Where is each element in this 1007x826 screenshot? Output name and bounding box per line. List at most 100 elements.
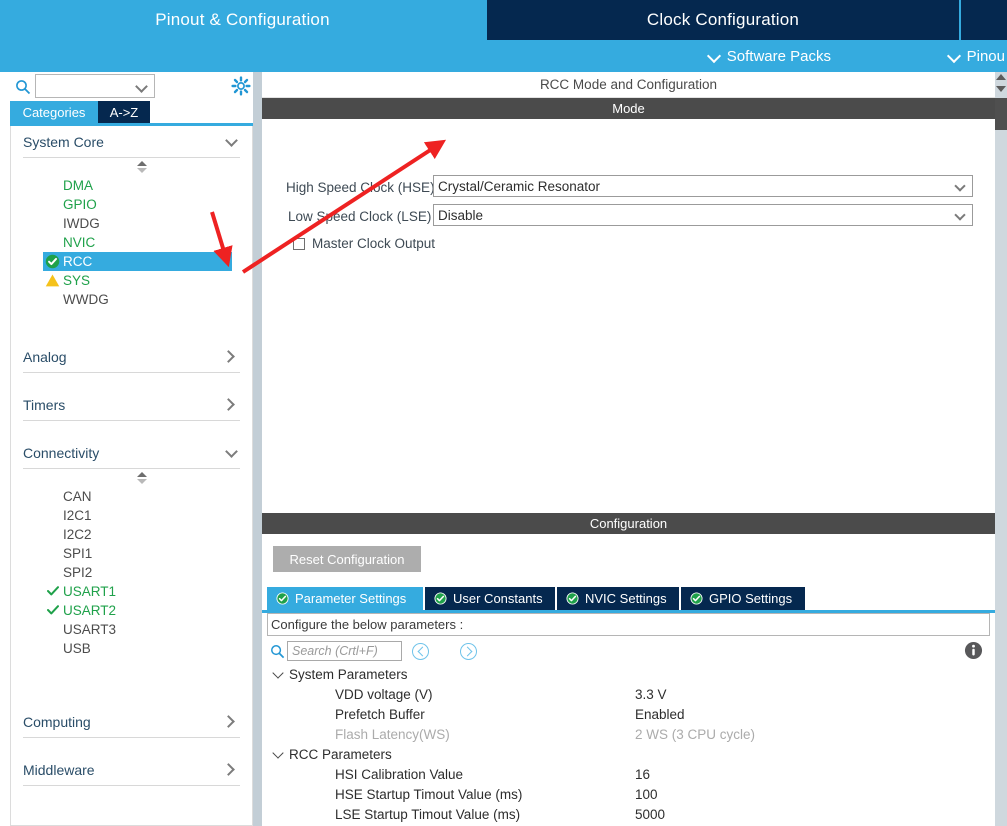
configuration-body: Reset Configuration Parameter Settings U… [262, 534, 995, 826]
chevron-down-icon [954, 209, 966, 221]
sidebar-group-timers[interactable]: Timers [23, 389, 240, 421]
sidebar-item-can[interactable]: CAN [11, 487, 252, 506]
param-row-prefetch-buffer-value: Enabled [635, 707, 685, 722]
circle-left-arrow-icon[interactable] [412, 643, 429, 660]
checkbox-master-clock-output-label: Master Clock Output [312, 236, 436, 251]
sidebar-item-usart1-label: USART1 [63, 584, 117, 599]
scroll-down-arrow-icon[interactable] [996, 86, 1006, 92]
check-circle-icon [434, 592, 447, 605]
reset-configuration-button[interactable]: Reset Configuration [273, 546, 421, 572]
sidebar-search-row [0, 72, 253, 102]
sidebar-group-connectivity[interactable]: Connectivity [23, 437, 240, 469]
param-row-lse-startup-timeout[interactable]: LSE Startup Timout Value (ms) 5000 [267, 807, 990, 826]
gear-icon[interactable] [231, 76, 251, 96]
check-icon [47, 586, 59, 596]
param-row-vdd-voltage-name: VDD voltage (V) [335, 687, 433, 702]
select-low-speed-clock-value: Disable [438, 207, 484, 223]
menu-pinout[interactable]: Pinou [948, 40, 1005, 72]
sidebar-search-input[interactable] [35, 74, 155, 98]
menu-software-packs[interactable]: Software Packs [708, 40, 831, 72]
param-group-system-parameters[interactable]: System Parameters [267, 666, 990, 687]
sidebar-group-analog[interactable]: Analog [23, 341, 240, 373]
param-row-hse-startup-timeout-value: 100 [635, 787, 658, 802]
sidebar-category-list: System Core DMA GPIO IWDG NVIC RCC SYS W… [10, 126, 253, 826]
chevron-down-icon [954, 180, 966, 192]
param-row-hsi-calibration-value[interactable]: HSI Calibration Value 16 [267, 767, 990, 787]
scroll-spinner[interactable] [11, 158, 252, 176]
sidebar-splitter[interactable] [253, 72, 262, 826]
sidebar-item-spi2-label: SPI2 [63, 565, 93, 580]
sidebar-item-gpio-label: GPIO [63, 197, 97, 212]
sidebar-item-spi1[interactable]: SPI1 [11, 544, 252, 563]
categories-sidebar: Categories A->Z System Core DMA GPIO IWD… [0, 72, 253, 826]
main-vertical-scrollbar[interactable] [995, 72, 1007, 826]
sidebar-item-rcc-label: RCC [63, 254, 93, 269]
tab-gpio-settings[interactable]: GPIO Settings [681, 587, 805, 610]
param-row-hse-startup-timeout[interactable]: HSE Startup Timout Value (ms) 100 [267, 787, 990, 807]
select-low-speed-clock[interactable]: Disable [433, 204, 973, 226]
param-row-vdd-voltage[interactable]: VDD voltage (V) 3.3 V [267, 687, 990, 707]
sidebar-item-usb-label: USB [63, 641, 91, 656]
param-row-flash-latency-name: Flash Latency(WS) [335, 727, 450, 742]
label-high-speed-clock: High Speed Clock (HSE) [286, 177, 435, 199]
warning-triangle-icon [45, 274, 60, 287]
sidebar-tab-categories[interactable]: Categories [10, 101, 98, 123]
chevron-down-icon [225, 445, 238, 458]
sidebar-item-rcc[interactable]: RCC [43, 252, 232, 271]
tab-user-constants[interactable]: User Constants [425, 587, 555, 610]
sidebar-item-wwdg[interactable]: WWDG [11, 290, 252, 309]
label-high-speed-clock-text: High Speed Clock (HSE) [286, 180, 435, 195]
select-high-speed-clock-value: Crystal/Ceramic Resonator [438, 178, 601, 194]
sidebar-item-i2c1-label: I2C1 [63, 508, 92, 523]
tab-parameter-settings[interactable]: Parameter Settings [267, 587, 423, 610]
param-group-rcc-parameters[interactable]: RCC Parameters [267, 746, 990, 767]
sidebar-group-middleware[interactable]: Middleware [23, 754, 240, 786]
sidebar-group-system-core[interactable]: System Core [23, 126, 240, 158]
param-row-prefetch-buffer[interactable]: Prefetch Buffer Enabled [267, 707, 990, 727]
check-circle-icon [690, 592, 703, 605]
sidebar-tab-a-to-z[interactable]: A->Z [98, 101, 150, 123]
sidebar-group-computing[interactable]: Computing [23, 706, 240, 738]
select-high-speed-clock[interactable]: Crystal/Ceramic Resonator [433, 175, 973, 197]
sidebar-item-wwdg-label: WWDG [63, 292, 109, 307]
label-low-speed-clock-text: Low Speed Clock (LSE) [288, 209, 432, 224]
main-tab-bar: Pinout & Configuration Clock Configurati… [0, 0, 1007, 40]
param-row-prefetch-buffer-name: Prefetch Buffer [335, 707, 425, 722]
menu-software-packs-label: Software Packs [726, 47, 831, 65]
tab-gpio-settings-label: GPIO Settings [709, 591, 793, 606]
sidebar-item-iwdg[interactable]: IWDG [11, 214, 252, 233]
sidebar-item-usart3[interactable]: USART3 [11, 620, 252, 639]
sidebar-tab-a-to-z-label: A->Z [109, 104, 139, 120]
param-row-hsi-calibration-value-name: HSI Calibration Value [335, 767, 464, 782]
sidebar-item-dma[interactable]: DMA [11, 176, 252, 195]
info-icon[interactable] [964, 641, 983, 660]
sidebar-item-usart2[interactable]: USART2 [11, 601, 252, 620]
tab-pinout-configuration[interactable]: Pinout & Configuration [0, 0, 485, 40]
parameter-search-row: Search (Crtl+F) [267, 638, 990, 666]
parameter-search-input[interactable]: Search (Crtl+F) [287, 641, 402, 661]
sidebar-item-spi2[interactable]: SPI2 [11, 563, 252, 582]
circle-right-arrow-icon[interactable] [460, 643, 477, 660]
sidebar-item-i2c1[interactable]: I2C1 [11, 506, 252, 525]
scrollbar-thumb[interactable] [995, 98, 1007, 130]
checkbox-master-clock-output[interactable]: Master Clock Output [293, 236, 435, 251]
sidebar-item-can-label: CAN [63, 489, 92, 504]
chevron-down-icon [708, 50, 720, 62]
mode-body: High Speed Clock (HSE) Crystal/Ceramic R… [262, 119, 995, 513]
sidebar-item-usb[interactable]: USB [11, 639, 252, 658]
sidebar-item-i2c2[interactable]: I2C2 [11, 525, 252, 544]
tab-overflow[interactable] [961, 0, 1007, 40]
sidebar-item-gpio[interactable]: GPIO [11, 195, 252, 214]
sidebar-item-nvic[interactable]: NVIC [11, 233, 252, 252]
scroll-spinner[interactable] [11, 469, 252, 487]
tab-clock-configuration[interactable]: Clock Configuration [487, 0, 959, 40]
sidebar-item-sys[interactable]: SYS [11, 271, 252, 290]
sub-tool-bar: Software Packs Pinou [0, 40, 1007, 72]
sidebar-item-usart1[interactable]: USART1 [11, 582, 252, 601]
scroll-up-arrow-icon[interactable] [996, 74, 1006, 80]
tab-nvic-settings[interactable]: NVIC Settings [557, 587, 679, 610]
